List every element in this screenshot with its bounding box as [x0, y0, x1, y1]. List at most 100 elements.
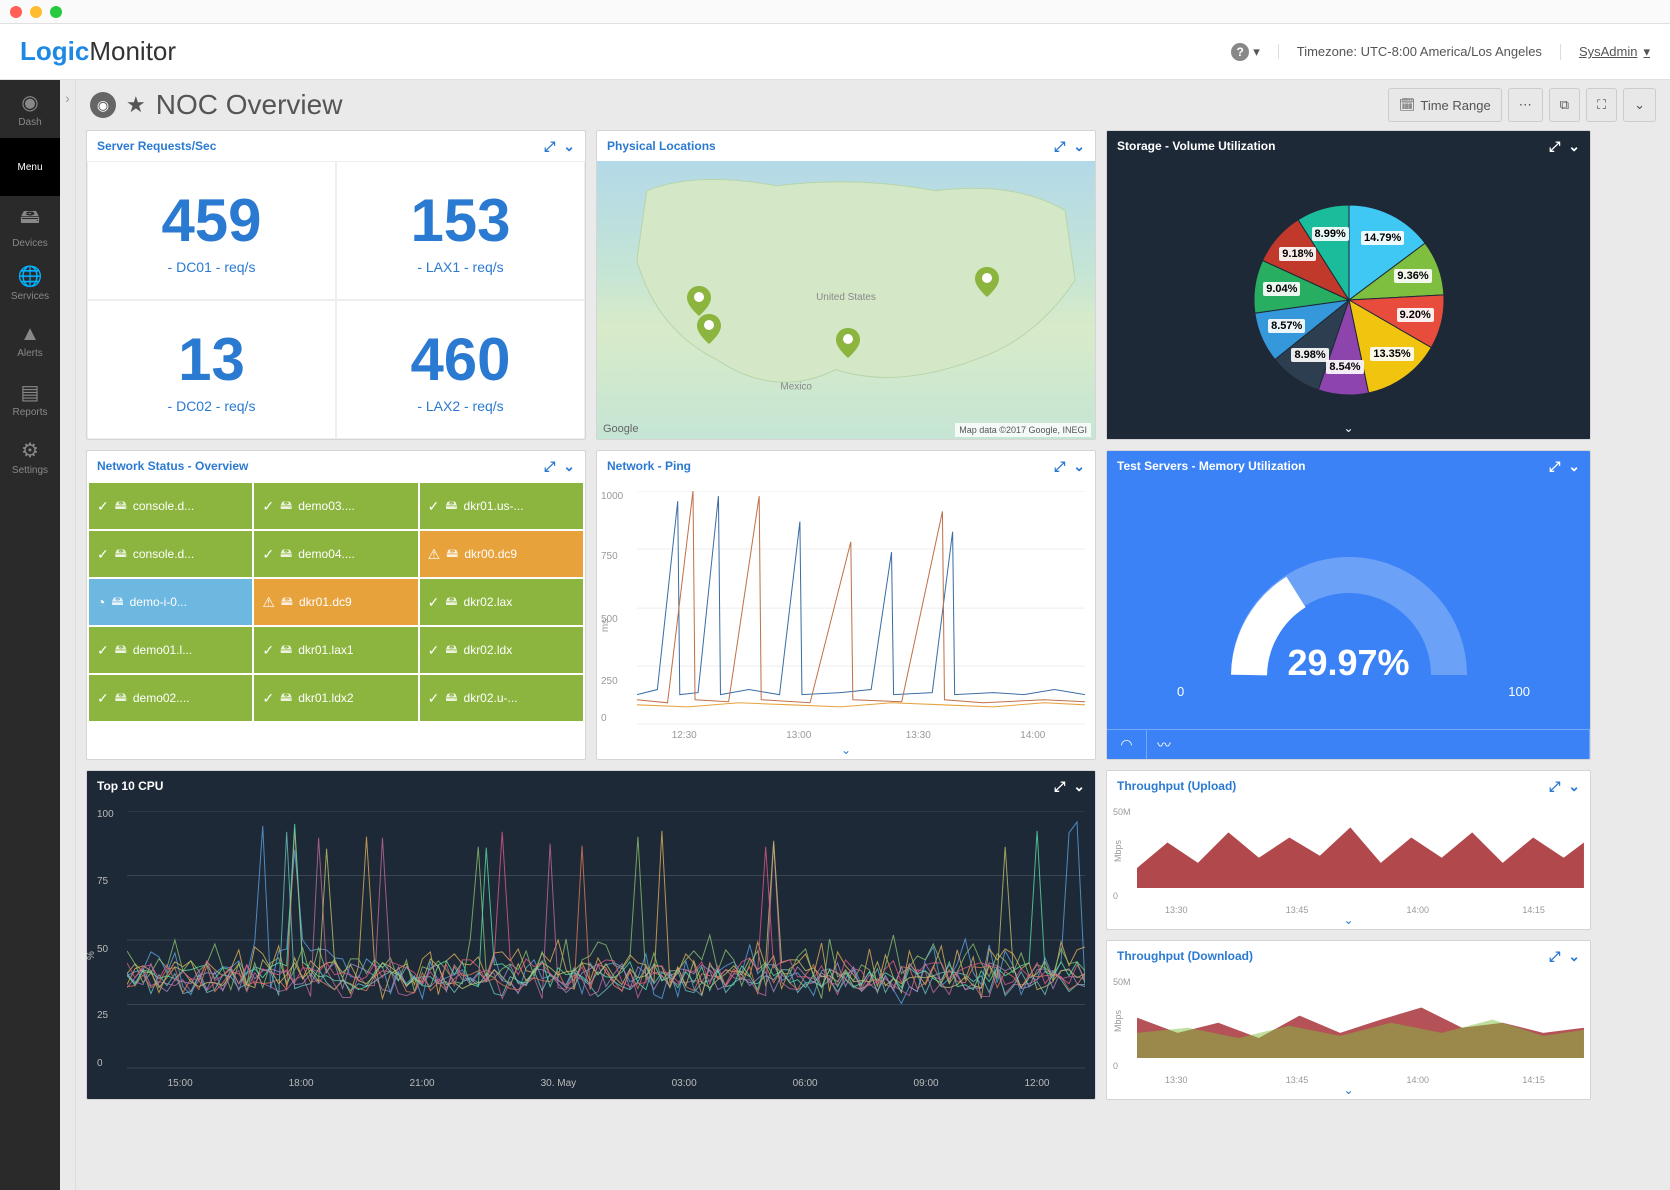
server-name: demo01.l...	[133, 643, 192, 657]
rail-item-dash[interactable]: ◉Dash	[0, 80, 60, 138]
server-icon: 🖴	[115, 640, 127, 661]
chevron-down-icon[interactable]: ⌄	[1073, 778, 1085, 795]
big-value: 460	[410, 325, 510, 394]
chevron-down-icon[interactable]: ⌄	[1568, 948, 1580, 965]
gauge-value: 29.97%	[1287, 642, 1409, 684]
action-btn-2[interactable]: ⧉	[1549, 88, 1580, 122]
logo-prefix: Logic	[20, 36, 89, 66]
server-name: console.d...	[133, 547, 194, 561]
rail-item-reports[interactable]: ▤Reports	[0, 370, 60, 428]
expand-icon[interactable]: ⤢	[544, 138, 555, 155]
maximize-button[interactable]	[50, 6, 62, 18]
chevron-down-icon[interactable]: ⌄	[563, 138, 575, 155]
page-header: ◉ ★ NOC Overview 🗓Time Range ⋯ ⧉ ⛶ ⌄	[76, 80, 1670, 130]
sidebar-toggle[interactable]: ›	[60, 80, 76, 1190]
network-status-cell[interactable]: ⚠🖴dkr00.dc9	[420, 531, 583, 577]
map-marker[interactable]	[836, 328, 860, 358]
network-status-cell[interactable]: ✓🖴dkr01.ldx2	[254, 675, 417, 721]
rail-item-settings[interactable]: ⚙Settings	[0, 428, 60, 486]
rail-item-devices[interactable]: 🖴Devices	[0, 196, 60, 254]
network-status-cell[interactable]: ✓🖴console.d...	[89, 483, 252, 529]
network-status-cell[interactable]: ✓🖴console.d...	[89, 531, 252, 577]
dashboard-icon: ◉	[21, 90, 38, 115]
expand-icon[interactable]: ⤢	[1549, 138, 1560, 155]
user-menu[interactable]: SysAdmin ▾	[1560, 44, 1650, 60]
network-status-cell[interactable]: ✓🖴demo02....	[89, 675, 252, 721]
expand-bar[interactable]: ⌄	[1107, 913, 1590, 929]
status-icon: ✓	[97, 690, 109, 707]
expand-icon[interactable]: ⤢	[1549, 458, 1560, 475]
map-marker[interactable]	[687, 286, 711, 316]
gauge-min: 0	[1177, 684, 1184, 699]
logo-suffix: Monitor	[89, 36, 176, 66]
expand-icon[interactable]: ⤢	[1054, 138, 1065, 155]
network-status-cell[interactable]: ✓🖴dkr02.ldx	[420, 627, 583, 673]
map-marker[interactable]	[697, 314, 721, 344]
action-btn-1[interactable]: ⋯	[1508, 88, 1543, 122]
network-status-cell[interactable]: ✓🖴dkr01.lax1	[254, 627, 417, 673]
server-icon: 🖴	[115, 496, 127, 517]
network-status-cell[interactable]: ◔🖴demo-i-0...	[89, 579, 252, 625]
network-status-cell[interactable]: ✓🖴dkr02.u-...	[420, 675, 583, 721]
map-attribution: Map data ©2017 Google, INEGI	[955, 423, 1091, 437]
pie-slice-label: 9.20%	[1397, 308, 1434, 322]
chevron-down-icon: ▾	[1643, 44, 1650, 60]
close-button[interactable]	[10, 6, 22, 18]
chevron-down-icon[interactable]: ⌄	[1073, 458, 1085, 475]
chevron-down-icon[interactable]: ⌄	[1568, 778, 1580, 795]
action-btn-3[interactable]: ⛶	[1586, 88, 1617, 122]
expand-icon[interactable]: ⤢	[1549, 948, 1560, 965]
gauge-tool-1[interactable]: ◠	[1107, 730, 1147, 759]
map-marker[interactable]	[975, 267, 999, 297]
chevron-down-icon[interactable]: ⌄	[563, 458, 575, 475]
network-status-cell[interactable]: ✓🖴demo04....	[254, 531, 417, 577]
pie-slice-label: 13.35%	[1370, 347, 1413, 361]
pie-slice-label: 9.04%	[1263, 282, 1300, 296]
time-range-button[interactable]: 🗓Time Range	[1388, 88, 1502, 122]
rail-item-menu[interactable]: Menu	[0, 138, 60, 196]
expand-icon[interactable]: ⤢	[1054, 778, 1065, 795]
star-icon[interactable]: ★	[126, 92, 146, 118]
status-icon: ✓	[262, 546, 274, 563]
expand-bar[interactable]: ⌄	[1107, 421, 1590, 439]
help-menu[interactable]: ? ▾	[1231, 43, 1260, 61]
rail-item-services[interactable]: 🌐Services	[0, 254, 60, 312]
widget-title: Physical Locations	[607, 139, 716, 153]
left-rail: ◉Dash Menu 🖴Devices 🌐Services ▲Alerts ▤R…	[0, 80, 60, 1190]
status-icon: ⚠	[262, 594, 275, 611]
pie-slice-label: 8.54%	[1326, 360, 1363, 374]
network-status-cell[interactable]: ✓🖴demo01.l...	[89, 627, 252, 673]
minimize-button[interactable]	[30, 6, 42, 18]
page-title: ◉ ★ NOC Overview	[90, 89, 342, 121]
expand-icon[interactable]: ⤢	[1054, 458, 1065, 475]
network-status-cell[interactable]: ✓🖴dkr01.us-...	[420, 483, 583, 529]
server-icon: 🖴	[280, 496, 292, 517]
server-name: dkr00.dc9	[464, 547, 517, 561]
network-status-cell[interactable]: ⚠🖴dkr01.dc9	[254, 579, 417, 625]
server-icon: 🖴	[280, 688, 292, 709]
status-icon: ⚠	[428, 546, 441, 563]
map[interactable]: United States Mexico Google Map data ©20…	[597, 161, 1095, 439]
big-number-cell: 459- DC01 - req/s	[87, 161, 336, 300]
server-icon: 🖴	[280, 544, 292, 565]
chevron-down-icon[interactable]: ⌄	[1073, 138, 1085, 155]
chevron-down-icon[interactable]: ⌄	[1568, 458, 1580, 475]
big-number-cell: 13- DC02 - req/s	[87, 300, 336, 439]
expand-icon[interactable]: ⤢	[1549, 778, 1560, 795]
server-name: dkr01.ldx2	[298, 691, 353, 705]
rail-item-alerts[interactable]: ▲Alerts	[0, 312, 60, 370]
gauge-tool-2[interactable]: 〰	[1147, 730, 1590, 759]
timezone-label[interactable]: Timezone: UTC-8:00 America/Los Angeles	[1278, 44, 1542, 59]
big-label: - DC01 - req/s	[168, 259, 256, 275]
widget-server-requests: Server Requests/Sec ⤢⌄ 459- DC01 - req/s…	[86, 130, 586, 440]
expand-bar[interactable]: ⌄	[597, 743, 1095, 759]
big-value: 13	[178, 325, 245, 394]
action-btn-4[interactable]: ⌄	[1623, 88, 1656, 122]
network-status-cell[interactable]: ✓🖴dkr02.lax	[420, 579, 583, 625]
expand-bar[interactable]: ⌄	[1107, 1083, 1590, 1099]
network-status-cell[interactable]: ✓🖴demo03....	[254, 483, 417, 529]
chevron-down-icon[interactable]: ⌄	[1568, 138, 1580, 155]
widget-title: Network Status - Overview	[97, 459, 248, 473]
services-icon: 🌐	[18, 264, 43, 289]
expand-icon[interactable]: ⤢	[544, 458, 555, 475]
